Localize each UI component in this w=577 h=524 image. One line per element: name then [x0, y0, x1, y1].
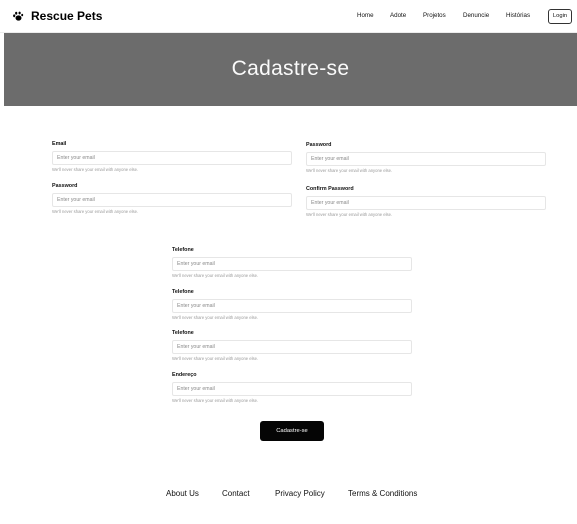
submit-button[interactable]: Cadastre-se — [260, 421, 324, 441]
field-label: Telefone — [172, 330, 194, 336]
nav-denuncie[interactable]: Denuncie — [463, 12, 489, 19]
telefone-field-group-1: Telefone Enter your email We'll never sh… — [172, 247, 412, 278]
telefone-field-group-2: Telefone Enter your email We'll never sh… — [172, 289, 412, 320]
field-help-text: We'll never share your email with anyone… — [172, 398, 259, 403]
nav-adote[interactable]: Adote — [390, 12, 406, 19]
nav-historias[interactable]: Histórias — [506, 12, 530, 19]
paw-icon — [13, 11, 24, 21]
email-field-group: Email Enter your email We'll never share… — [52, 141, 292, 172]
hero-banner: Cadastre-se — [4, 33, 577, 106]
password-input-right[interactable]: Enter your email — [306, 152, 546, 166]
field-label: Telefone — [172, 289, 194, 295]
footer-link-about[interactable]: About Us — [166, 489, 199, 498]
footer-link-contact[interactable]: Contact — [222, 489, 250, 498]
telefone-input[interactable]: Enter your email — [172, 257, 412, 271]
footer-link-terms[interactable]: Terms & Conditions — [348, 489, 417, 498]
field-label: Password — [52, 183, 78, 189]
nav-home[interactable]: Home — [357, 12, 374, 19]
field-label: Password — [306, 142, 332, 148]
nav-projetos[interactable]: Projetos — [423, 12, 446, 19]
confirm-password-field-group: Confirm Password Enter your email We'll … — [306, 186, 546, 217]
field-help-text: We'll never share your email with anyone… — [306, 168, 393, 173]
confirm-password-input[interactable]: Enter your email — [306, 196, 546, 210]
navbar: Rescue Pets Home Adote Projetos Denuncie… — [0, 0, 577, 33]
login-button[interactable]: Login — [548, 9, 572, 24]
brand-name: Rescue Pets — [31, 9, 103, 23]
field-label: Email — [52, 141, 67, 147]
page-title: Cadastre-se — [231, 57, 350, 80]
brand[interactable]: Rescue Pets — [12, 9, 102, 23]
password-field-group: Password Enter your email We'll never sh… — [52, 183, 292, 214]
field-help-text: We'll never share your email with anyone… — [172, 315, 259, 320]
endereco-input[interactable]: Enter your email — [172, 382, 412, 396]
field-label: Telefone — [172, 247, 194, 253]
email-input[interactable]: Enter your email — [52, 151, 292, 165]
footer-link-privacy[interactable]: Privacy Policy — [275, 489, 325, 498]
password-input[interactable]: Enter your email — [52, 193, 292, 207]
field-label: Confirm Password — [306, 186, 354, 192]
endereco-field-group: Endereço Enter your email We'll never sh… — [172, 372, 412, 403]
telefone-input[interactable]: Enter your email — [172, 299, 412, 313]
telefone-input[interactable]: Enter your email — [172, 340, 412, 354]
field-help-text: We'll never share your email with anyone… — [172, 273, 259, 278]
telefone-field-group-3: Telefone Enter your email We'll never sh… — [172, 330, 412, 361]
field-help-text: We'll never share your email with anyone… — [172, 356, 259, 361]
field-help-text: We'll never share your email with anyone… — [306, 212, 393, 217]
field-help-text: We'll never share your email with anyone… — [52, 209, 139, 214]
password-field-group-right: Password Enter your email We'll never sh… — [306, 142, 546, 173]
field-help-text: We'll never share your email with anyone… — [52, 167, 139, 172]
field-label: Endereço — [172, 372, 197, 378]
